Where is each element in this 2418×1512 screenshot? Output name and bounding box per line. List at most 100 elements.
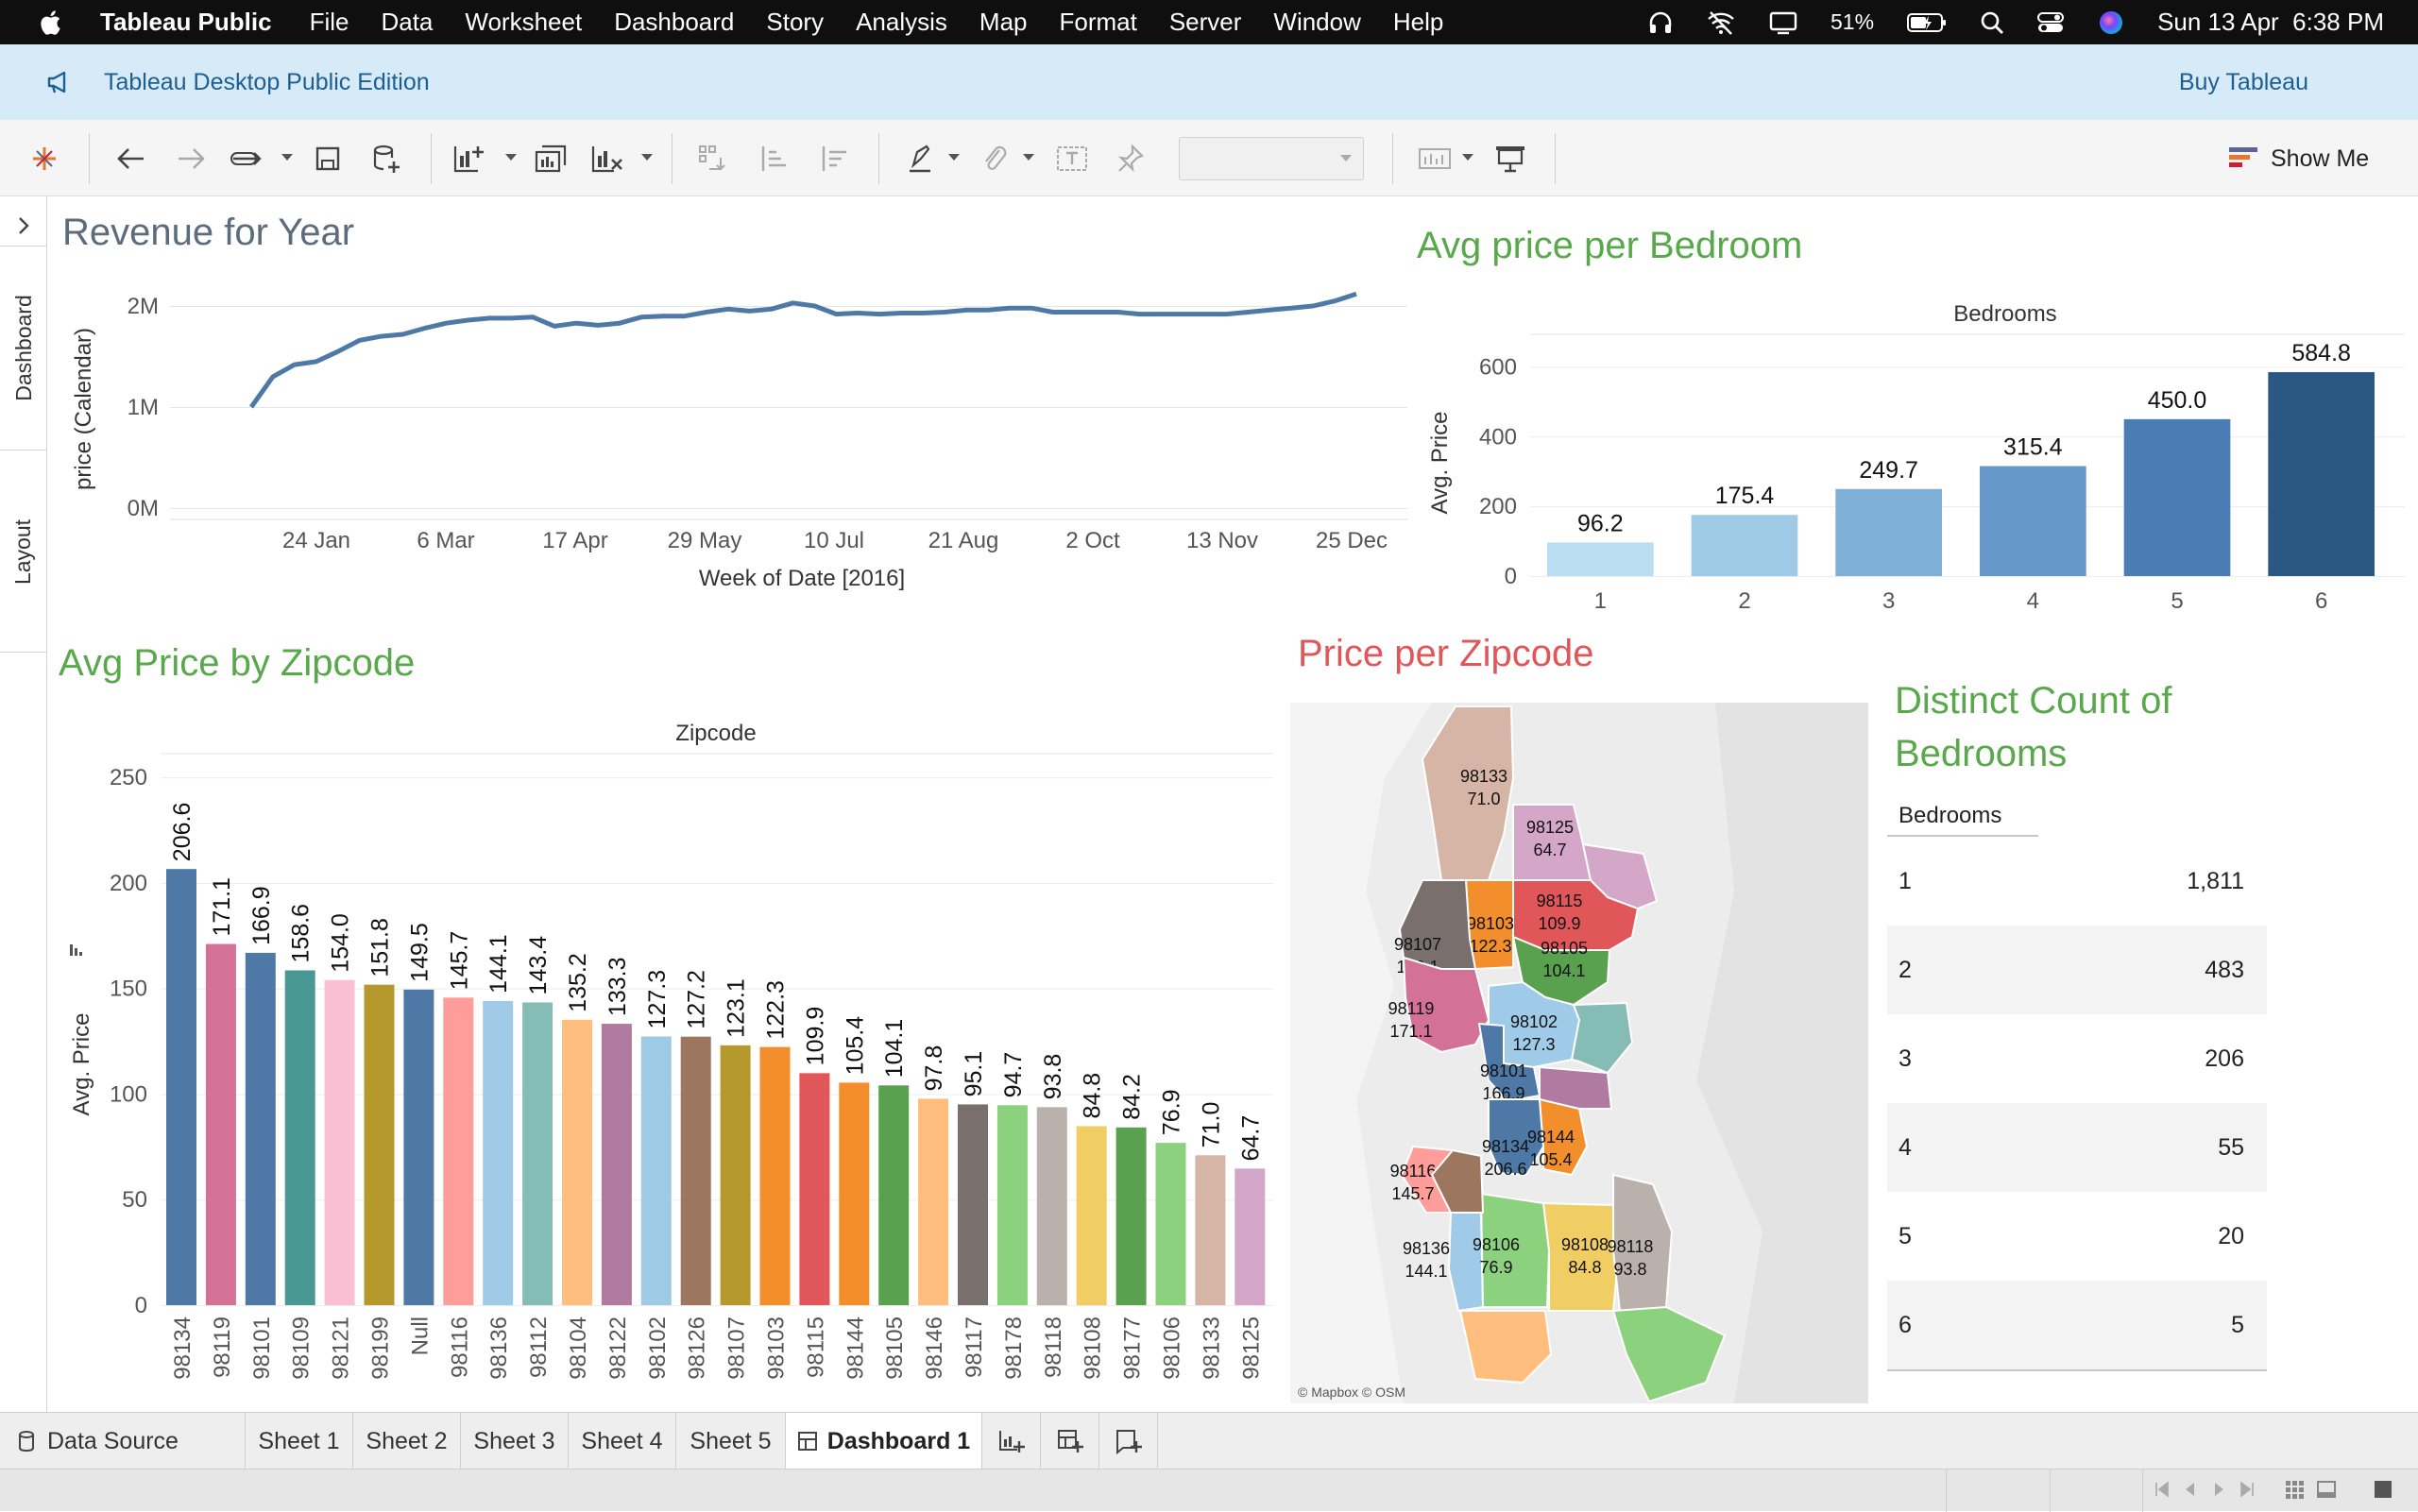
zipcode-bar[interactable] [839,1082,870,1305]
previous-sheet-icon[interactable] [2180,1479,2201,1500]
presentation-icon[interactable] [1490,139,1530,178]
show-me-button[interactable]: Show Me [2227,144,2369,173]
sort-descending-icon[interactable] [815,139,855,178]
zipcode-bar[interactable] [1195,1155,1226,1305]
tab-sheet-5[interactable]: Sheet 5 [676,1413,786,1470]
table-row[interactable]: 4 55 [1887,1103,2267,1192]
menu-analysis[interactable]: Analysis [856,8,947,37]
display-icon[interactable] [1768,9,1798,36]
app-name[interactable]: Tableau Public [100,8,272,37]
zipcode-bar[interactable] [205,943,236,1305]
battery-icon[interactable] [1906,11,1948,34]
wifi-off-icon[interactable] [1706,9,1736,36]
menu-file[interactable]: File [310,8,349,37]
apple-icon[interactable] [36,7,68,39]
next-sheet-icon[interactable] [2208,1479,2229,1500]
tab-sheet-2[interactable]: Sheet 2 [353,1413,461,1470]
table-row[interactable]: 65 [1887,1281,2267,1369]
zipcode-bar[interactable] [1036,1107,1067,1305]
zipcode-bar[interactable] [601,1024,632,1305]
bedroom-bar[interactable] [1547,542,1654,576]
zipcode-bar[interactable] [483,1000,514,1305]
show-sheet-sorter-icon[interactable] [2284,1479,2305,1500]
zipcode-bar[interactable] [562,1019,592,1305]
swap-icon[interactable] [693,139,733,178]
zipcode-bar-chart[interactable]: Zipcode 0 50 100 150 200 250 Avg. Price 206.6 981… [57,708,1275,1407]
menu-format[interactable]: Format [1059,8,1136,37]
tab-data-source[interactable]: Data Source [0,1413,246,1470]
revenue-series-line[interactable] [248,291,1357,409]
control-center-icon[interactable] [2036,10,2065,35]
new-dashboard-tab-button[interactable] [1041,1413,1099,1470]
buy-tableau-link[interactable]: Buy Tableau [2179,69,2308,96]
duplicate-sheet-icon[interactable] [531,139,570,178]
zipcode-bar[interactable] [759,1046,791,1305]
last-sheet-icon[interactable] [2237,1479,2257,1500]
view-cards-icon[interactable] [1415,139,1455,178]
expand-chevron-icon[interactable] [13,213,34,238]
redo-icon[interactable] [171,139,211,178]
revenue-line-chart[interactable]: 0M 1M 2M 24 Jan 6 Mar 17 Apr 29 May 10 Jul 21 Au… [57,274,1417,623]
search-icon[interactable] [1980,10,2004,35]
menu-server[interactable]: Server [1169,8,1242,37]
replay-icon[interactable] [229,139,268,178]
bedroom-bar[interactable] [1691,515,1798,576]
map-zip-region[interactable] [1539,1065,1613,1110]
menu-story[interactable]: Story [766,8,824,37]
tab-sheet-3[interactable]: Sheet 3 [461,1413,569,1470]
sort-glyph-bar[interactable] [79,952,82,956]
zipcode-map[interactable]: 98133 71.0 98125 64.7 98115 109.9 98103 122.3 98… [1290,703,1868,1403]
pin-icon[interactable] [1111,139,1150,178]
menu-data[interactable]: Data [381,8,433,37]
sort-glyph-bar[interactable] [75,948,77,956]
sort-ascending-icon[interactable] [755,139,794,178]
map-canvas[interactable]: 98133 71.0 98125 64.7 98115 109.9 98103 122.3 98… [1290,703,1868,1403]
zipcode-bar[interactable] [640,1036,672,1305]
tab-dashboard-1[interactable]: Dashboard 1 [786,1413,982,1470]
menu-window[interactable]: Window [1273,8,1360,37]
zipcode-bar[interactable] [1235,1168,1266,1305]
undo-icon[interactable] [111,139,151,178]
new-worksheet-icon[interactable] [450,139,489,178]
menu-help[interactable]: Help [1393,8,1443,37]
siri-icon[interactable] [2097,8,2125,37]
bedroom-bar[interactable] [1835,488,1942,576]
bedroom-bar-chart[interactable]: Bedrooms 0 200 400 600 Avg. Price 96.2 1 175.4 2 2… [1417,293,2409,623]
zipcode-bar[interactable] [403,989,434,1305]
tab-layout-pane[interactable]: Layout [0,457,47,646]
zipcode-bar[interactable] [1115,1127,1147,1305]
zipcode-bar[interactable] [1155,1143,1186,1305]
table-row[interactable]: 1 1,811 [1887,837,2267,926]
zipcode-bar[interactable] [1076,1126,1107,1305]
menu-worksheet[interactable]: Worksheet [465,8,582,37]
zipcode-bar[interactable] [996,1105,1028,1305]
new-data-source-icon[interactable] [366,139,406,178]
headphones-icon[interactable] [1647,9,1674,36]
save-icon[interactable] [308,139,348,178]
highlight-icon[interactable] [902,139,942,178]
zipcode-bar[interactable] [680,1036,711,1305]
tableau-logo-icon[interactable] [25,139,64,178]
new-worksheet-tab-button[interactable] [982,1413,1041,1470]
annotate-icon[interactable] [975,139,1014,178]
bedroom-bar[interactable] [2123,418,2231,576]
zipcode-bar[interactable] [245,952,276,1305]
fit-dropdown[interactable] [1179,137,1364,180]
tab-sheet-4[interactable]: Sheet 4 [569,1413,676,1470]
map-zip-region[interactable] [1541,1201,1621,1312]
zipcode-bar[interactable] [958,1104,988,1305]
zipcode-bar[interactable] [324,979,355,1305]
clear-sheet-icon[interactable] [587,139,627,178]
labels-icon[interactable] [1052,139,1092,178]
sort-glyph-bar[interactable] [70,944,73,956]
show-filmstrip-icon[interactable] [2316,1479,2337,1500]
table-row[interactable]: 5 20 [1887,1192,2267,1281]
menu-map[interactable]: Map [979,8,1028,37]
bedroom-bar[interactable] [2268,372,2375,576]
table-row[interactable]: 3 206 [1887,1014,2267,1103]
menu-dashboard[interactable]: Dashboard [614,8,734,37]
zipcode-bar[interactable] [443,997,474,1305]
zipcode-bar[interactable] [918,1098,949,1305]
zipcode-bar[interactable] [522,1002,553,1305]
clock[interactable]: Sun 13 Apr 6:38 PM [2157,8,2384,37]
